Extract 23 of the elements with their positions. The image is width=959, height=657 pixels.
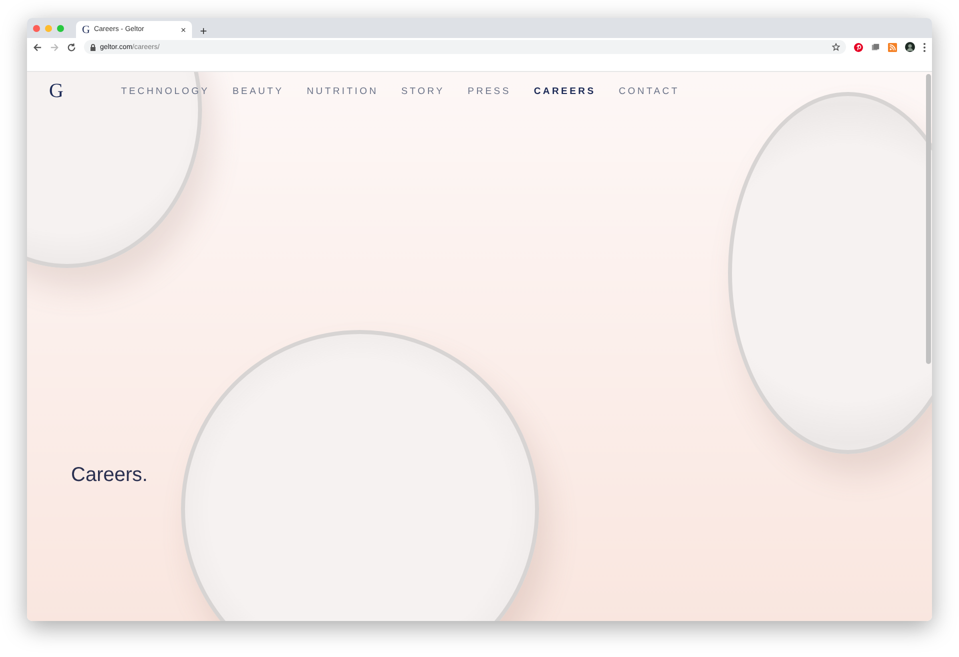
tab-favicon: G <box>82 24 90 36</box>
lock-icon <box>90 44 96 50</box>
nav-link[interactable]: CONTACT <box>618 86 680 97</box>
nav-link[interactable]: NUTRITION <box>306 86 378 97</box>
scrollbar[interactable] <box>926 74 931 364</box>
pinterest-extension-icon[interactable] <box>854 42 863 52</box>
nav-link[interactable]: PRESS <box>468 86 511 97</box>
reload-icon[interactable] <box>67 42 76 52</box>
nav-link[interactable]: STORY <box>401 86 445 97</box>
rss-extension-icon[interactable] <box>888 42 897 52</box>
profile-avatar-icon[interactable] <box>905 42 915 52</box>
back-arrow-icon[interactable] <box>33 42 42 52</box>
close-window-icon[interactable] <box>33 24 40 32</box>
tab-close-button[interactable]: × <box>180 24 186 34</box>
site-logo[interactable]: G <box>49 80 121 103</box>
new-tab-button[interactable]: + <box>196 24 212 38</box>
nav-link[interactable]: CAREERS <box>534 86 596 97</box>
star-icon[interactable] <box>832 43 840 51</box>
menu-icon[interactable] <box>923 42 926 52</box>
nav-link[interactable]: BEAUTY <box>232 86 284 97</box>
nav-link[interactable]: TECHNOLOGY <box>121 86 210 97</box>
page-heading: Careers. <box>71 464 148 487</box>
extension-icon[interactable] <box>871 42 880 52</box>
